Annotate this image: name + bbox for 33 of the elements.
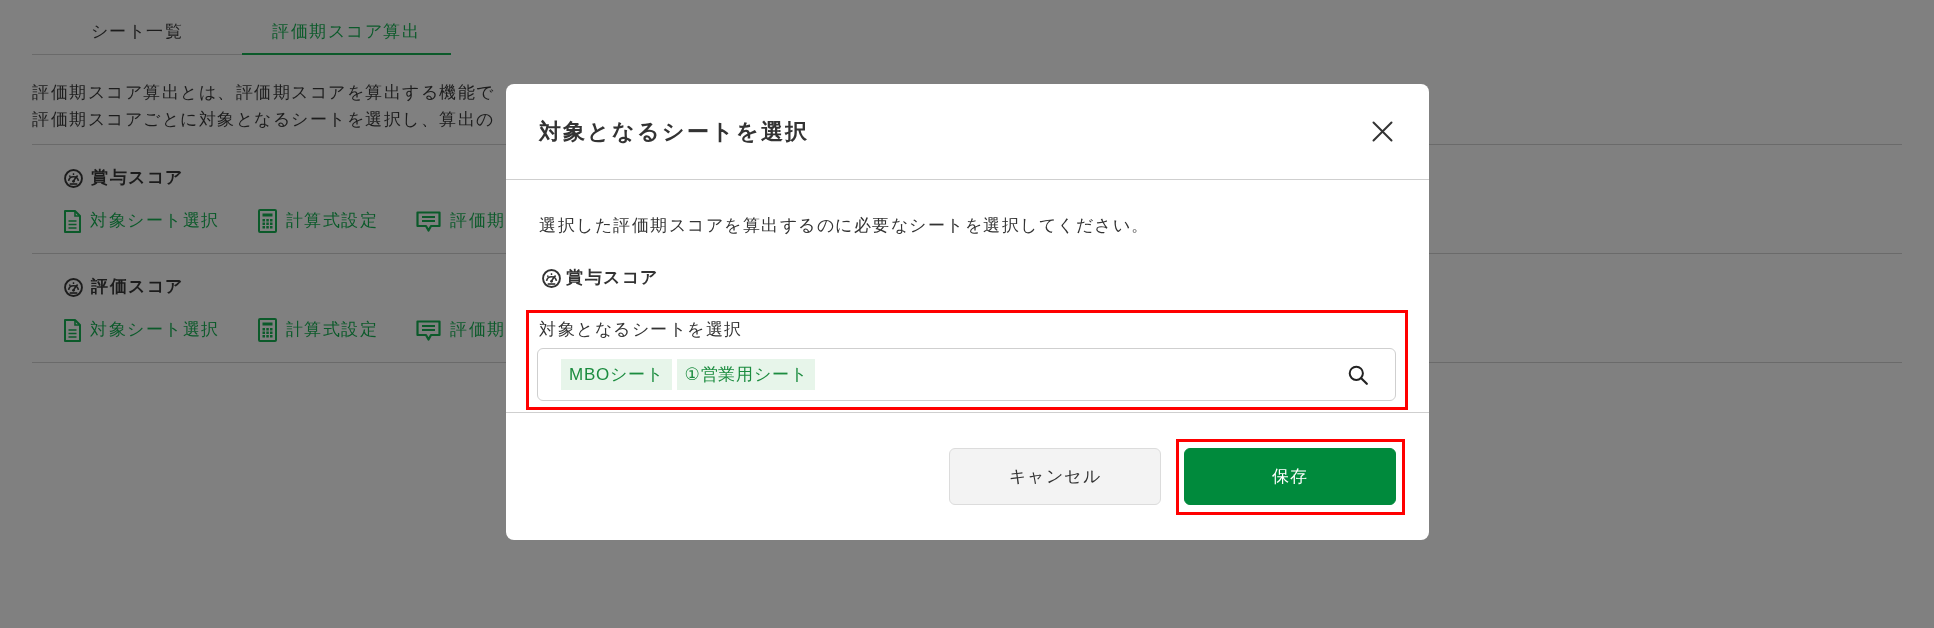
action-link[interactable]: 計算式設定 xyxy=(257,208,378,234)
message-icon xyxy=(416,210,441,232)
message-icon xyxy=(416,319,441,341)
action-link[interactable]: 対象シート選択 xyxy=(64,317,220,343)
description-text: 評価期スコア算出とは、評価期スコアを算出する機能で xyxy=(32,82,495,104)
gauge-icon xyxy=(542,268,561,288)
action-link[interactable]: 対象シート選択 xyxy=(64,208,220,234)
section-title: 賞与スコア xyxy=(91,167,184,189)
section-title: 賞与スコア xyxy=(566,267,659,289)
gauge-icon xyxy=(64,277,83,297)
search-icon xyxy=(1348,364,1368,385)
save-button[interactable]: 保存 xyxy=(1184,447,1396,505)
dialog-message: 選択した評価期スコアを算出するのに必要なシートを選択してください。 xyxy=(539,215,1150,237)
sheet-chip: MBOシート xyxy=(561,359,672,390)
description-text: 評価期スコアごとに対象となるシートを選択し、算出の xyxy=(32,109,495,131)
section-title: 評価スコア xyxy=(91,276,184,298)
close-button[interactable] xyxy=(1372,121,1393,142)
action-link[interactable]: 評価期 xyxy=(416,208,506,234)
gauge-icon xyxy=(64,168,83,188)
dialog-title: 対象となるシートを選択 xyxy=(539,117,809,146)
sheet-select-field[interactable]: MBOシート ①営業用シート xyxy=(537,348,1396,401)
calculator-icon xyxy=(257,318,277,342)
calculator-icon xyxy=(257,209,277,233)
close-icon xyxy=(1372,121,1393,142)
document-icon xyxy=(64,209,81,233)
field-label: 対象となるシートを選択 xyxy=(538,319,743,341)
tab[interactable]: 評価期スコア算出 xyxy=(241,0,451,55)
document-icon xyxy=(64,318,81,342)
action-link[interactable]: 評価期 xyxy=(416,317,506,343)
tab[interactable]: シート一覧 xyxy=(32,0,242,55)
sheet-chip: ①営業用シート xyxy=(676,359,816,390)
cancel-button[interactable]: キャンセル xyxy=(949,448,1161,505)
action-link[interactable]: 計算式設定 xyxy=(257,317,378,343)
